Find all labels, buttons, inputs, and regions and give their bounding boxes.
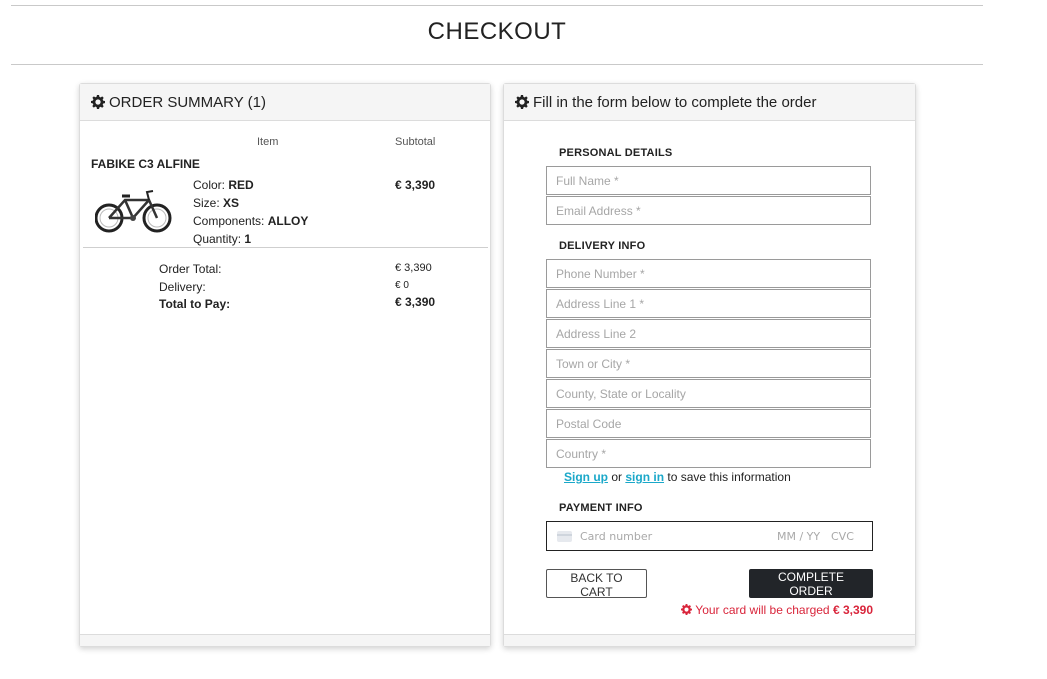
back-to-cart-button[interactable]: BACK TO CART bbox=[546, 569, 647, 599]
checkout-form-card: Fill in the form below to complete the o… bbox=[503, 83, 916, 647]
personal-details-title: PERSONAL DETAILS bbox=[559, 147, 673, 159]
column-header-subtotal: Subtotal bbox=[395, 136, 436, 148]
order-summary-title: ORDER SUMMARY (1) bbox=[109, 93, 266, 111]
product-name: FABIKE C3 ALFINE bbox=[91, 157, 200, 171]
card-cvc-input[interactable]: CVC bbox=[831, 530, 854, 543]
payment-info-title: PAYMENT INFO bbox=[559, 502, 643, 514]
top-rule bbox=[11, 5, 983, 6]
sign-up-link[interactable]: Sign up bbox=[564, 470, 608, 484]
or-text: or bbox=[611, 470, 623, 484]
total-to-pay-value: € 3,390 bbox=[395, 295, 436, 309]
gear-icon bbox=[91, 95, 105, 109]
delivery-label: Delivery: bbox=[159, 280, 206, 294]
charge-text: Your card will be charged bbox=[695, 603, 830, 617]
town-input[interactable] bbox=[546, 349, 871, 378]
checkout-form-header: Fill in the form below to complete the o… bbox=[504, 84, 915, 121]
address-line-1-input[interactable] bbox=[546, 289, 871, 318]
total-to-pay-label: Total to Pay: bbox=[159, 297, 231, 311]
save-info-text: to save this information bbox=[667, 470, 791, 484]
card-expiry-input[interactable]: MM / YY bbox=[777, 530, 820, 543]
credit-card-icon bbox=[557, 531, 572, 542]
delivery-value: € 0 bbox=[395, 280, 409, 291]
product-color: Color: RED bbox=[193, 178, 254, 192]
order-summary-footer bbox=[80, 634, 490, 646]
card-element[interactable]: Card number MM / YY CVC bbox=[546, 521, 873, 551]
gear-icon bbox=[515, 95, 529, 109]
gear-icon bbox=[681, 604, 693, 615]
product-subtotal: € 3,390 bbox=[395, 178, 436, 192]
column-header-item: Item bbox=[257, 136, 279, 148]
charge-notice: Your card will be charged € 3,390 bbox=[681, 603, 873, 617]
country-input[interactable] bbox=[546, 439, 871, 468]
sign-in-link[interactable]: sign in bbox=[625, 470, 664, 484]
save-info-prompt: Sign up or sign in to save this informat… bbox=[564, 470, 791, 484]
summary-divider bbox=[83, 247, 488, 248]
order-total-value: € 3,390 bbox=[395, 262, 432, 274]
delivery-info-title: DELIVERY INFO bbox=[559, 240, 646, 252]
checkout-form-title: Fill in the form below to complete the o… bbox=[533, 93, 817, 111]
postal-code-input[interactable] bbox=[546, 409, 871, 438]
order-summary-card: ORDER SUMMARY (1) Item Subtotal FABIKE C… bbox=[79, 83, 491, 647]
card-number-input[interactable]: Card number bbox=[580, 530, 652, 543]
product-components: Components: ALLOY bbox=[193, 214, 309, 228]
county-input[interactable] bbox=[546, 379, 871, 408]
bicycle-image bbox=[95, 190, 172, 233]
product-quantity: Quantity: 1 bbox=[193, 232, 252, 246]
full-name-input[interactable] bbox=[546, 166, 871, 195]
order-total-label: Order Total: bbox=[159, 262, 222, 276]
email-input[interactable] bbox=[546, 196, 871, 225]
complete-order-button[interactable]: COMPLETE ORDER bbox=[749, 569, 873, 598]
title-rule bbox=[11, 64, 983, 65]
checkout-form-footer bbox=[504, 634, 915, 646]
address-line-2-input[interactable] bbox=[546, 319, 871, 348]
phone-input[interactable] bbox=[546, 259, 871, 288]
page-title: CHECKOUT bbox=[427, 18, 567, 45]
charge-amount: € 3,390 bbox=[832, 603, 873, 617]
order-summary-header: ORDER SUMMARY (1) bbox=[80, 84, 490, 121]
product-size: Size: XS bbox=[193, 196, 240, 210]
